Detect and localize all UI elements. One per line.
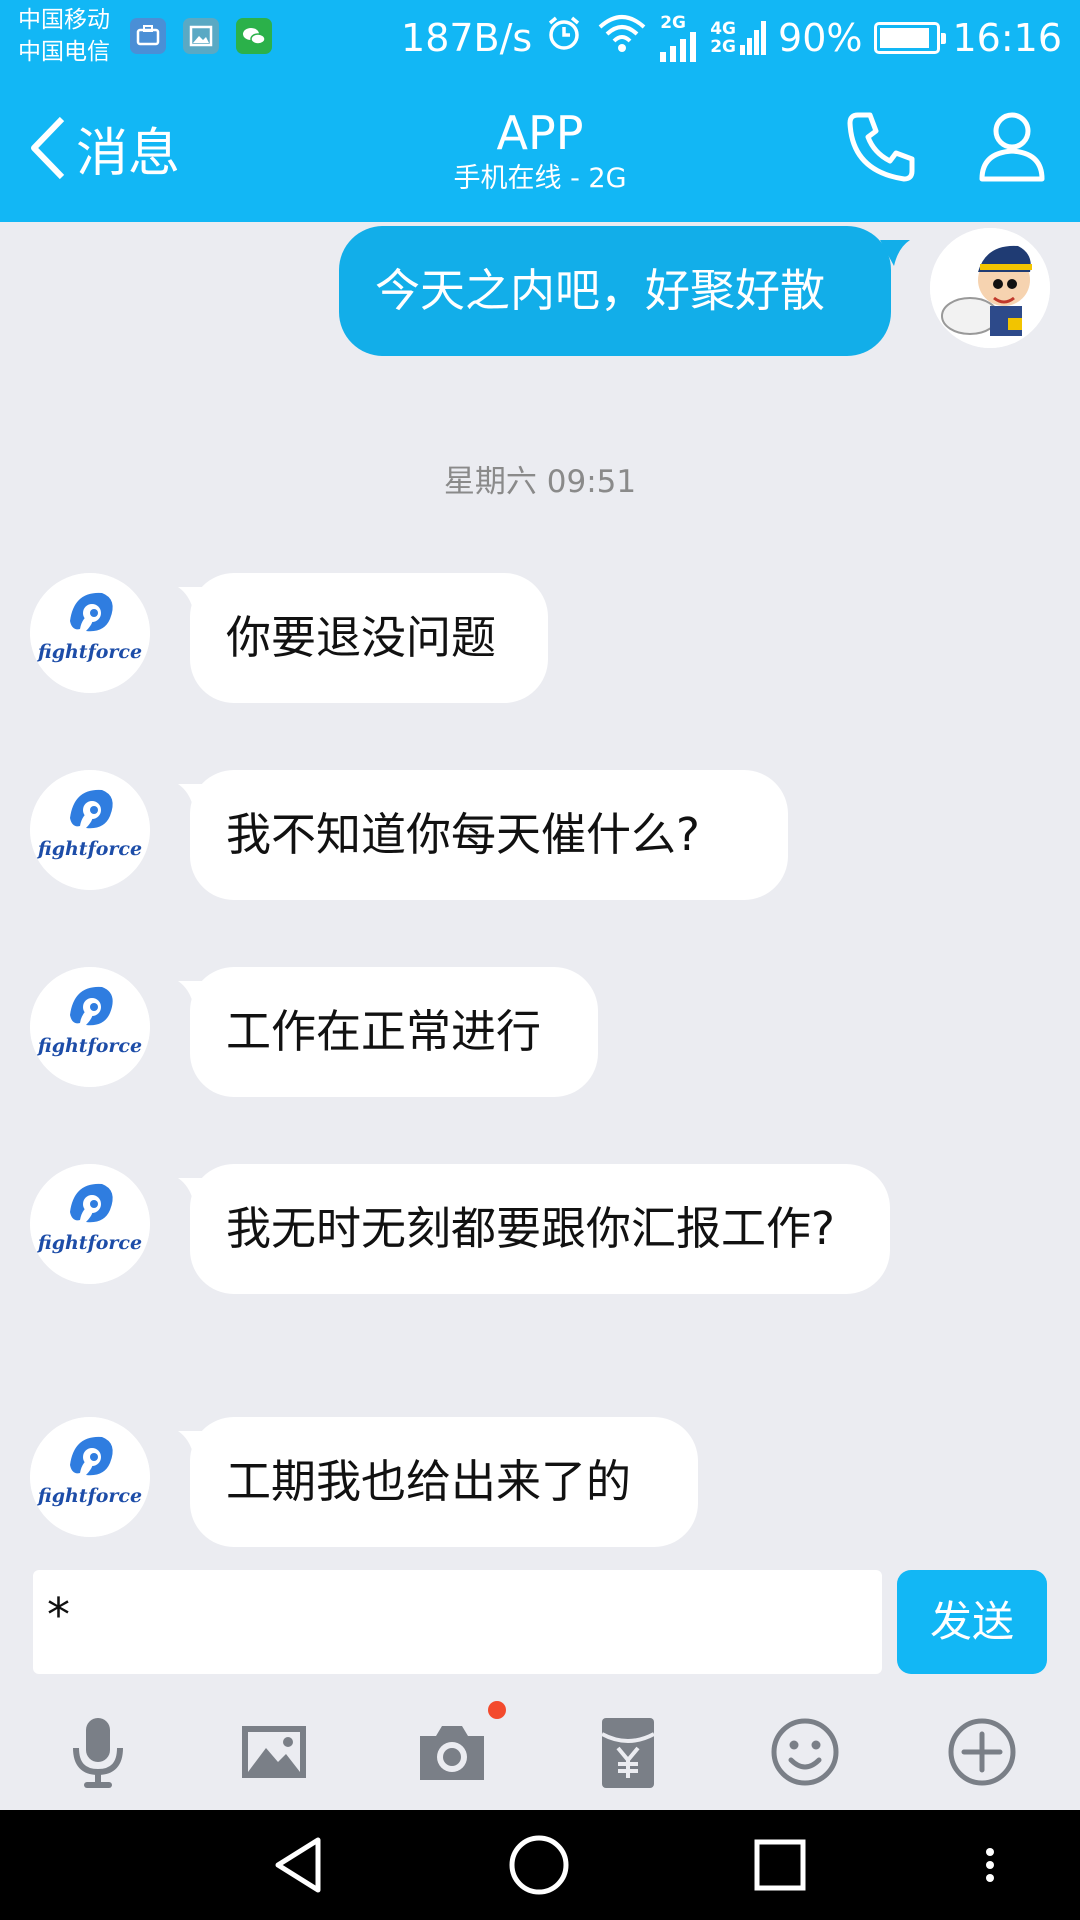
carrier-2: 中国电信 [18,39,110,65]
incoming-message-bubble[interactable]: 我不知道你每天催什么? [190,770,788,900]
sim2-network-type-top: 4G [710,18,737,39]
red-packet-icon[interactable] [588,1712,668,1792]
message-timestamp: 星期六 09:51 [443,464,637,500]
incoming-message-text: 我无时无刻都要跟你汇报工作? [226,1202,835,1255]
fightforce-logo-icon [30,770,150,890]
contact-avatar[interactable]: fightforce [30,1417,150,1537]
incoming-message-bubble[interactable]: 我无时无刻都要跟你汇报工作? [190,1164,890,1294]
sim2-network-type-bottom: 2G [710,36,737,57]
incoming-message-bubble[interactable]: 你要退没问题 [190,573,548,703]
incoming-message-text: 你要退没问题 [226,611,497,664]
battery-icon [874,21,947,54]
phone-icon[interactable] [842,107,922,187]
camera-icon[interactable] [412,1712,492,1792]
contact-avatar[interactable]: fightforce [30,573,150,693]
alarm-icon [544,13,584,62]
android-nav-bar [0,1810,1080,1920]
status-right: 187B/s 2G 4G 2G 90% 16:16 [401,0,1062,75]
status-bar: 中国移动 中国电信 187B/s 2G 4G 2G 90% 16:16 [0,0,1080,75]
incoming-message-bubble[interactable]: 工作在正常进行 [190,967,598,1097]
wechat-app-icon [236,18,272,54]
nav-recents-icon[interactable] [750,1832,810,1898]
image-icon[interactable] [234,1712,314,1792]
contact-avatar[interactable]: fightforce [30,770,150,890]
contact-logo-text: fightforce [37,641,143,663]
microphone-icon[interactable] [58,1712,138,1792]
contact-avatar[interactable]: fightforce [30,967,150,1087]
input-toolbar [0,1692,1080,1810]
nav-more-icon[interactable] [978,1832,1002,1898]
message-input[interactable]: * [33,1570,882,1674]
camera-notification-dot [488,1701,506,1719]
wifi-icon [596,13,648,62]
contact-logo-text: fightforce [37,1485,143,1507]
net-speed: 187B/s [401,15,533,60]
incoming-message-bubble[interactable]: 工期我也给出来了的 [190,1417,698,1547]
sim1-network-type: 2G [660,12,687,33]
gallery-app-icon [183,18,219,54]
contact-avatar[interactable]: fightforce [30,1164,150,1284]
fightforce-logo-icon [30,573,150,693]
chat-header: 消息 APP 手机在线 - 2G [0,75,1080,222]
nav-home-icon[interactable] [506,1832,572,1898]
fightforce-logo-icon [30,1164,150,1284]
incoming-message-text: 工期我也给出来了的 [226,1455,632,1508]
nav-back-icon[interactable] [270,1832,330,1898]
battery-percent: 90% [778,15,863,60]
cartoon-avatar-icon [930,228,1050,348]
outgoing-message-text: 今天之内吧，好聚好散 [375,264,826,317]
outgoing-message-bubble[interactable]: 今天之内吧，好聚好散 [339,226,891,356]
plus-icon[interactable] [942,1712,1022,1792]
carrier-1: 中国移动 [18,7,110,33]
message-input-value: * [47,1588,70,1642]
contact-logo-text: fightforce [37,838,143,860]
contact-logo-text: fightforce [37,1232,143,1254]
outgoing-bubble-tail [880,240,910,266]
battery-fill [880,27,930,48]
fightforce-logo-icon [30,967,150,1087]
my-avatar[interactable] [930,228,1050,348]
incoming-message-text: 我不知道你每天催什么? [226,808,700,861]
emoji-icon[interactable] [765,1712,845,1792]
contact-profile-icon[interactable] [972,107,1052,187]
carrier-names: 中国移动 中国电信 [18,4,110,68]
signal-bars-icon [660,31,697,62]
sim2-signal: 4G 2G [710,18,767,57]
briefcase-app-icon [130,18,166,54]
fightforce-logo-icon [30,1417,150,1537]
send-button[interactable]: 发送 [897,1570,1047,1674]
contact-logo-text: fightforce [37,1035,143,1057]
clock: 16:16 [952,15,1062,60]
sim1-signal: 2G [660,14,698,62]
incoming-message-text: 工作在正常进行 [226,1005,542,1058]
signal-bars-dotted-icon [740,20,767,55]
